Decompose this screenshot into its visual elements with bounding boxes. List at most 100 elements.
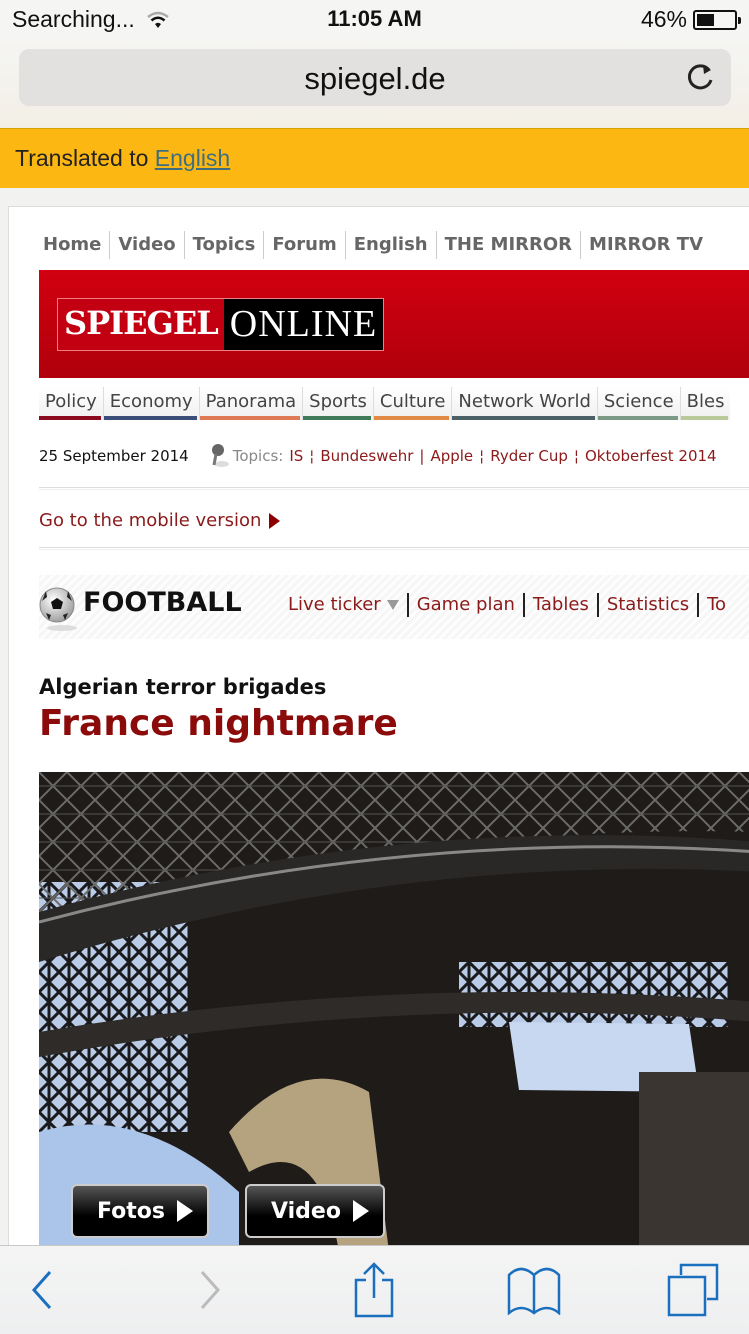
mobile-version-label: Go to the mobile version xyxy=(39,510,262,531)
logo-online: ONLINE xyxy=(223,299,384,350)
section-label: Network World xyxy=(458,391,591,412)
top-nav-topics[interactable]: Topics xyxy=(183,231,264,259)
section-tab-science[interactable]: Science xyxy=(596,387,680,420)
top-nav-home[interactable]: Home xyxy=(39,231,109,259)
topic-link-ryder-cup[interactable]: Ryder Cup xyxy=(490,447,568,465)
football-icon xyxy=(39,587,75,623)
back-button[interactable] xyxy=(12,1260,72,1320)
reload-icon[interactable] xyxy=(685,61,717,93)
translate-language-link[interactable]: English xyxy=(155,145,230,171)
web-page: Home Video Topics Forum English THE MIRR… xyxy=(8,206,749,1252)
clock: 11:05 AM xyxy=(327,6,422,31)
arrow-right-icon xyxy=(269,512,281,529)
tabs-button[interactable] xyxy=(664,1260,724,1320)
top-nav: Home Video Topics Forum English THE MIRR… xyxy=(39,231,711,259)
game-plan-link[interactable]: Game plan xyxy=(406,593,523,617)
section-label: Sports xyxy=(309,391,367,412)
topic-separator: ¦ xyxy=(309,447,315,465)
translate-prefix: Translated to xyxy=(15,145,149,171)
section-tab-policy[interactable]: Policy xyxy=(39,387,103,420)
section-color-bar xyxy=(39,416,101,420)
section-tab-sports[interactable]: Sports xyxy=(302,387,373,420)
section-tab-bles[interactable]: Bles xyxy=(679,387,731,420)
topic-separator: ¦ xyxy=(573,447,579,465)
safari-toolbar xyxy=(0,1245,749,1334)
section-label: Culture xyxy=(379,391,446,412)
section-tab-economy[interactable]: Economy xyxy=(102,387,199,420)
top-nav-english[interactable]: English xyxy=(344,231,436,259)
divider xyxy=(39,547,749,550)
section-tab-panorama[interactable]: Panorama xyxy=(198,387,303,420)
top-nav-forum[interactable]: Forum xyxy=(263,231,344,259)
top-nav-the-mirror[interactable]: THE MIRROR xyxy=(435,231,580,259)
section-nav: Policy Economy Panorama Sports Culture N… xyxy=(39,387,731,420)
forward-button[interactable] xyxy=(180,1260,240,1320)
battery-icon xyxy=(693,9,741,30)
article-kicker: Algerian terror brigades xyxy=(39,675,327,699)
chevron-left-icon xyxy=(31,1271,52,1309)
share-button[interactable] xyxy=(344,1260,404,1320)
section-color-bar xyxy=(373,416,450,420)
translate-banner: Translated to English xyxy=(0,128,749,188)
statistics-link[interactable]: Statistics xyxy=(596,593,697,617)
eiffel-tower-image xyxy=(39,772,749,1252)
article-photo[interactable]: Fotos Video xyxy=(39,772,749,1252)
topics-label: Topics: xyxy=(232,447,284,465)
live-ticker-link[interactable]: Live ticker xyxy=(288,593,407,617)
football-links: Live ticker Game plan Tables Statistics … xyxy=(288,593,734,617)
status-bar: Searching... 11:05 AM 46% xyxy=(0,0,749,40)
battery-fill xyxy=(697,13,714,26)
section-color-bar xyxy=(597,416,678,420)
topic-separator: ¦ xyxy=(479,447,485,465)
video-button[interactable]: Video xyxy=(245,1184,385,1238)
topic-link-is[interactable]: IS xyxy=(289,447,303,465)
section-color-bar xyxy=(103,416,197,420)
site-header-banner: SPIEGEL ONLINE xyxy=(39,270,749,378)
section-color-bar xyxy=(452,416,595,420)
section-label: Science xyxy=(603,391,674,412)
section-label: Bles xyxy=(686,391,725,412)
pin-icon xyxy=(211,444,229,467)
dropdown-triangle-icon xyxy=(386,600,399,610)
url-text[interactable]: spiegel.de xyxy=(19,61,731,97)
tables-link[interactable]: Tables xyxy=(522,593,597,617)
play-arrow-icon xyxy=(176,1200,193,1222)
section-tab-network-world[interactable]: Network World xyxy=(451,387,596,420)
topic-link-bundeswehr[interactable]: Bundeswehr xyxy=(320,447,413,465)
divider xyxy=(39,487,749,490)
section-color-bar xyxy=(199,416,301,420)
site-logo[interactable]: SPIEGEL ONLINE xyxy=(57,298,385,351)
topic-link-apple[interactable]: Apple xyxy=(430,447,473,465)
chevron-right-icon xyxy=(200,1271,221,1309)
football-title[interactable]: FOOTBALL xyxy=(83,587,242,618)
bookmarks-book-icon xyxy=(507,1267,561,1315)
top-nav-video[interactable]: Video xyxy=(109,231,183,259)
url-area: spiegel.de xyxy=(0,40,749,128)
dateline: 25 September 2014 Topics: IS ¦ Bundesweh… xyxy=(39,443,717,469)
translate-text: Translated to English xyxy=(15,145,230,172)
topic-separator: | xyxy=(419,447,425,465)
bookmarks-button[interactable] xyxy=(504,1260,564,1320)
logo-spiegel: SPIEGEL xyxy=(58,299,224,350)
section-color-bar xyxy=(303,416,371,420)
current-date: 25 September 2014 xyxy=(39,447,189,465)
section-tab-culture[interactable]: Culture xyxy=(372,387,452,420)
mobile-version-link[interactable]: Go to the mobile version xyxy=(39,510,281,531)
section-label: Panorama xyxy=(205,391,297,412)
section-label: Economy xyxy=(109,391,193,412)
battery-status: 46% xyxy=(641,6,741,33)
address-bar[interactable]: spiegel.de xyxy=(19,49,731,106)
section-color-bar xyxy=(680,416,729,420)
video-button-label: Video xyxy=(271,1198,341,1224)
photos-button[interactable]: Fotos xyxy=(71,1184,209,1238)
section-label: Policy xyxy=(45,391,97,412)
photos-button-label: Fotos xyxy=(97,1198,165,1224)
topic-link-oktoberfest[interactable]: Oktoberfest 2014 xyxy=(585,447,717,465)
football-bar: FOOTBALL Live ticker Game plan Tables St… xyxy=(39,575,749,639)
live-ticker-label: Live ticker xyxy=(288,594,381,615)
article-headline[interactable]: France nightmare xyxy=(39,703,398,744)
tabs-icon xyxy=(667,1263,719,1317)
top-nav-mirror-tv[interactable]: MIRROR TV xyxy=(580,231,711,259)
share-icon xyxy=(354,1262,394,1318)
more-football-link[interactable]: To xyxy=(697,593,734,617)
